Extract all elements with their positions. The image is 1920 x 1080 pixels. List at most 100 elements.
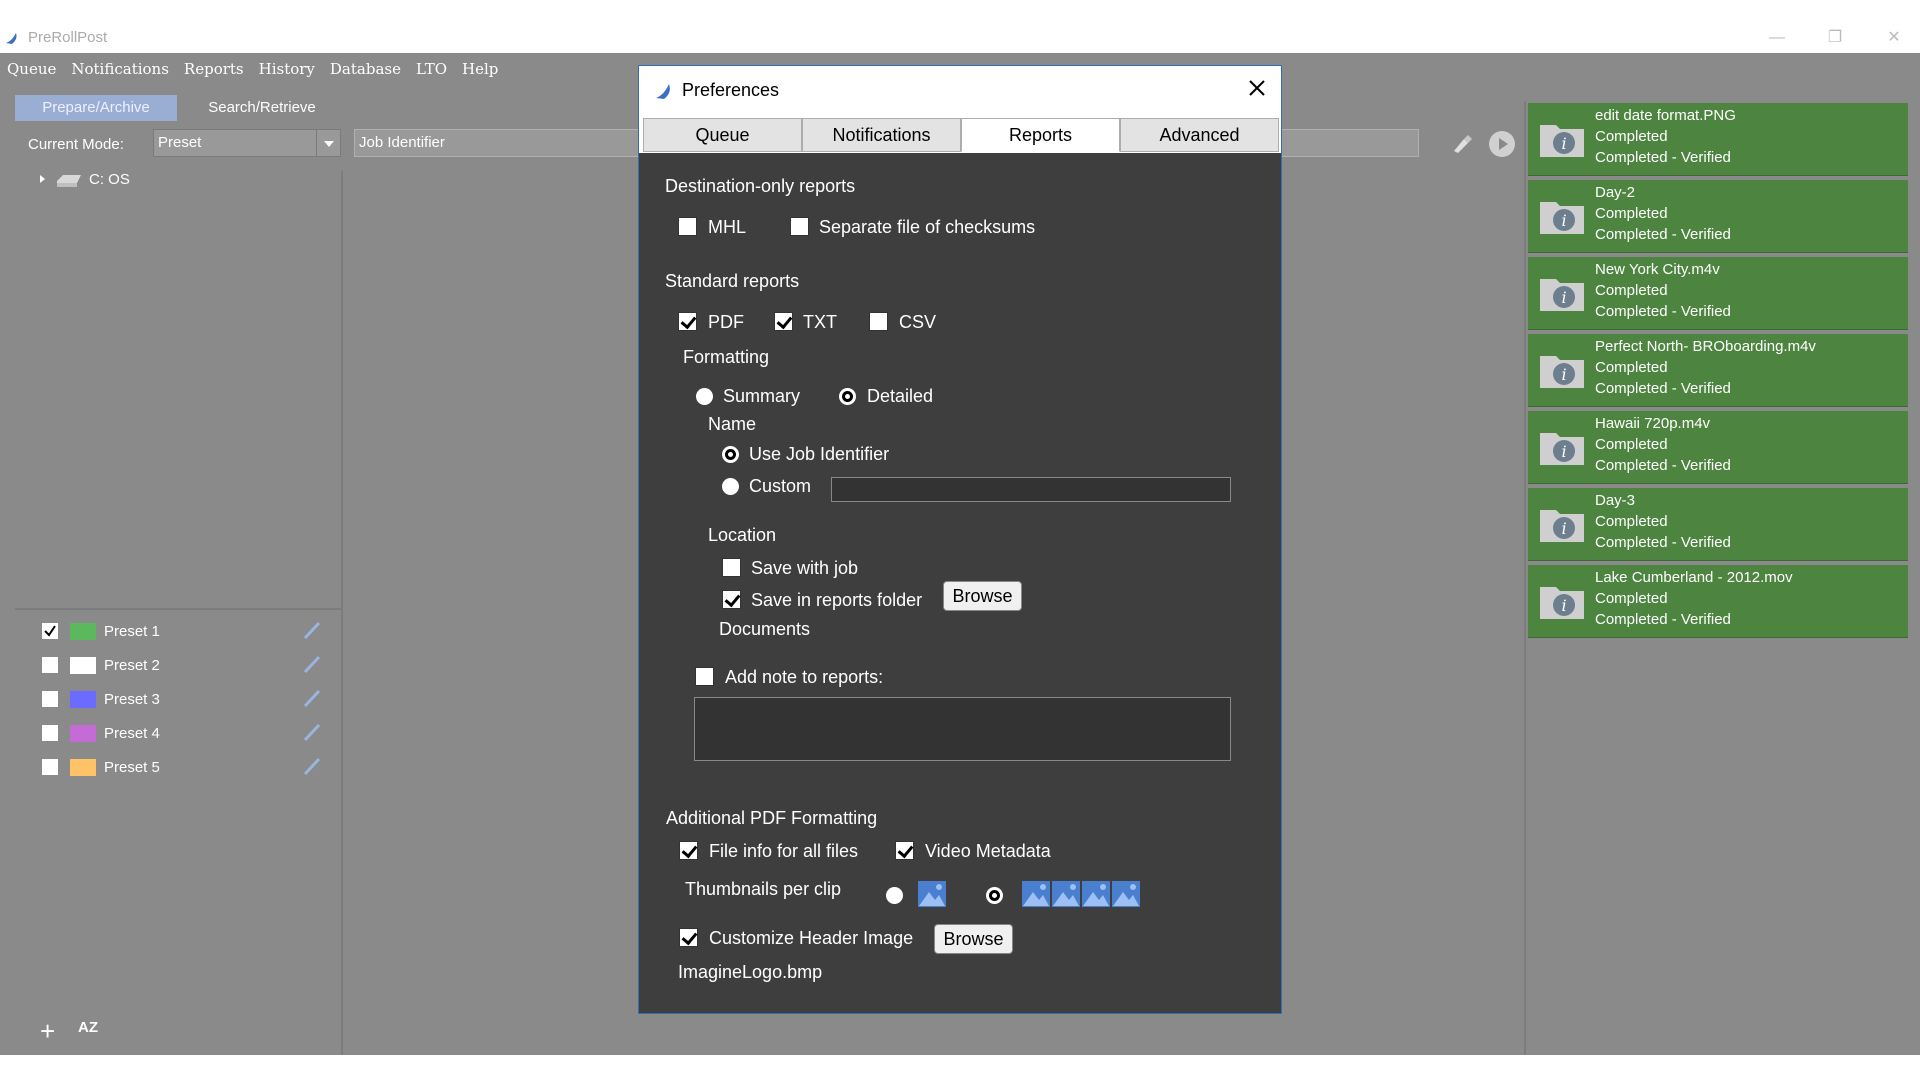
queue-item[interactable]: i edit date format.PNG Completed Completed…: [1528, 103, 1908, 176]
preset-item[interactable]: Preset 5: [42, 757, 160, 777]
browse-header-image-button[interactable]: Browse: [934, 924, 1013, 954]
queue-item-name: Day-3: [1595, 492, 1636, 509]
thumbnails-one-radio[interactable]: [886, 887, 903, 904]
mode-dropdown[interactable]: Preset: [153, 129, 341, 157]
customize-header-label: Customize Header Image: [709, 928, 914, 948]
queue-item[interactable]: i New York City.m4v Completed Completed - …: [1528, 257, 1908, 330]
queue-item[interactable]: i Day-2 Completed Completed - Verified: [1528, 180, 1908, 253]
standard-reports-heading: Standard reports: [665, 271, 800, 291]
detailed-radio[interactable]: [839, 388, 856, 405]
svg-text:i: i: [1561, 134, 1566, 153]
restore-icon[interactable]: ❐: [1820, 26, 1850, 50]
menu-queue[interactable]: Queue: [7, 60, 56, 78]
queue-item-verify: Completed - Verified: [1595, 303, 1731, 320]
add-note-checkbox[interactable]: [695, 667, 714, 686]
queue-item[interactable]: i Day-3 Completed Completed - Verified: [1528, 488, 1908, 561]
drive-label: C: OS: [89, 170, 130, 188]
folder-info-icon[interactable]: i: [1538, 504, 1586, 544]
menu-notifications[interactable]: Notifications: [71, 60, 169, 78]
add-note-label: Add note to reports:: [725, 667, 884, 687]
expand-arrow-icon[interactable]: [40, 175, 45, 183]
menu-history[interactable]: History: [259, 60, 315, 78]
video-metadata-checkbox[interactable]: [895, 841, 914, 860]
queue-item-status: Completed: [1595, 436, 1668, 453]
add-preset-icon[interactable]: +: [40, 1016, 55, 1047]
tree-drive-c[interactable]: C: OS: [40, 169, 130, 189]
name-heading: Name: [708, 414, 757, 434]
mhl-label: MHL: [708, 217, 747, 237]
txt-checkbox[interactable]: [774, 312, 793, 331]
close-icon[interactable]: [1245, 76, 1269, 100]
file-info-checkbox[interactable]: [679, 841, 698, 860]
mhl-checkbox[interactable]: [678, 217, 697, 236]
start-icon[interactable]: [1489, 131, 1515, 157]
use-job-identifier-radio[interactable]: [722, 446, 739, 463]
save-with-job-checkbox[interactable]: [722, 558, 741, 577]
menu-database[interactable]: Database: [330, 60, 401, 78]
queue-item[interactable]: i Hawaii 720p.m4v Completed Completed - Ve…: [1528, 411, 1908, 484]
edit-pencil-icon[interactable]: [302, 687, 324, 709]
queue-item-verify: Completed - Verified: [1595, 611, 1731, 628]
browse-reports-folder-button[interactable]: Browse: [943, 581, 1022, 611]
folder-info-icon[interactable]: i: [1538, 273, 1586, 313]
folder-info-icon[interactable]: i: [1538, 196, 1586, 236]
preset-checkbox[interactable]: [42, 657, 58, 673]
svg-text:i: i: [1561, 211, 1566, 230]
folder-info-icon[interactable]: i: [1538, 427, 1586, 467]
queue-item-name: New York City.m4v: [1595, 261, 1720, 278]
left-panel-divider: [341, 171, 343, 1055]
separate-checksums-checkbox[interactable]: [790, 217, 809, 236]
preset-item[interactable]: Preset 1: [42, 621, 160, 641]
header-image-filename: ImagineLogo.bmp: [678, 962, 823, 982]
menu-reports[interactable]: Reports: [184, 60, 244, 78]
preset-color-swatch: [70, 724, 96, 742]
preset-checkbox[interactable]: [42, 725, 58, 741]
preset-item[interactable]: Preset 4: [42, 723, 160, 743]
queue-item[interactable]: i Perfect North- BROboarding.m4v Complete…: [1528, 334, 1908, 407]
svg-text:i: i: [1561, 442, 1566, 461]
preset-color-swatch: [70, 758, 96, 776]
customize-header-checkbox[interactable]: [679, 928, 698, 947]
edit-pencil-icon[interactable]: [302, 721, 324, 743]
queue-item[interactable]: i Lake Cumberland - 2012.mov Completed Com…: [1528, 565, 1908, 638]
menu-lto[interactable]: LTO: [416, 60, 447, 78]
custom-name-input[interactable]: [831, 477, 1231, 502]
tab-reports[interactable]: Reports: [961, 118, 1120, 152]
tab-queue[interactable]: Queue: [643, 118, 802, 152]
summary-radio[interactable]: [696, 388, 713, 405]
tab-notifications[interactable]: Notifications: [802, 118, 961, 152]
tab-prepare-archive[interactable]: Prepare/Archive: [15, 95, 177, 121]
minimize-icon[interactable]: —: [1762, 26, 1792, 50]
preset-item[interactable]: Preset 2: [42, 655, 160, 675]
preset-checkbox[interactable]: [42, 623, 58, 639]
menu-help[interactable]: Help: [462, 60, 498, 78]
save-in-reports-folder-checkbox[interactable]: [722, 590, 741, 609]
custom-name-radio[interactable]: [722, 478, 739, 495]
queue-item-name: edit date format.PNG: [1595, 107, 1736, 124]
pdf-checkbox[interactable]: [678, 312, 697, 331]
tab-search-retrieve[interactable]: Search/Retrieve: [177, 95, 347, 121]
preset-item[interactable]: Preset 3: [42, 689, 160, 709]
close-window-icon[interactable]: ✕: [1879, 26, 1909, 50]
reports-folder-path: Documents: [719, 619, 811, 639]
folder-info-icon[interactable]: i: [1538, 581, 1586, 621]
preset-checkbox[interactable]: [42, 759, 58, 775]
chevron-down-icon[interactable]: [316, 130, 340, 156]
svg-text:i: i: [1561, 365, 1566, 384]
thumbnails-four-radio[interactable]: [986, 887, 1003, 904]
sort-az-icon[interactable]: AZ: [78, 1019, 98, 1036]
edit-pencil-icon[interactable]: [302, 653, 324, 675]
folder-info-icon[interactable]: i: [1538, 119, 1586, 159]
tab-advanced[interactable]: Advanced: [1120, 118, 1279, 152]
preset-checkbox[interactable]: [42, 691, 58, 707]
edit-pencil-icon[interactable]: [302, 619, 324, 641]
clear-brush-icon[interactable]: [1448, 131, 1474, 157]
folder-info-icon[interactable]: i: [1538, 350, 1586, 390]
queue-item-verify: Completed - Verified: [1595, 457, 1731, 474]
csv-checkbox[interactable]: [869, 312, 888, 331]
queue-item-name: Lake Cumberland - 2012.mov: [1595, 569, 1793, 586]
report-note-textarea[interactable]: [694, 697, 1231, 761]
svg-text:i: i: [1561, 596, 1566, 615]
mode-tabs: Prepare/Archive Search/Retrieve: [15, 95, 347, 121]
edit-pencil-icon[interactable]: [302, 755, 324, 777]
